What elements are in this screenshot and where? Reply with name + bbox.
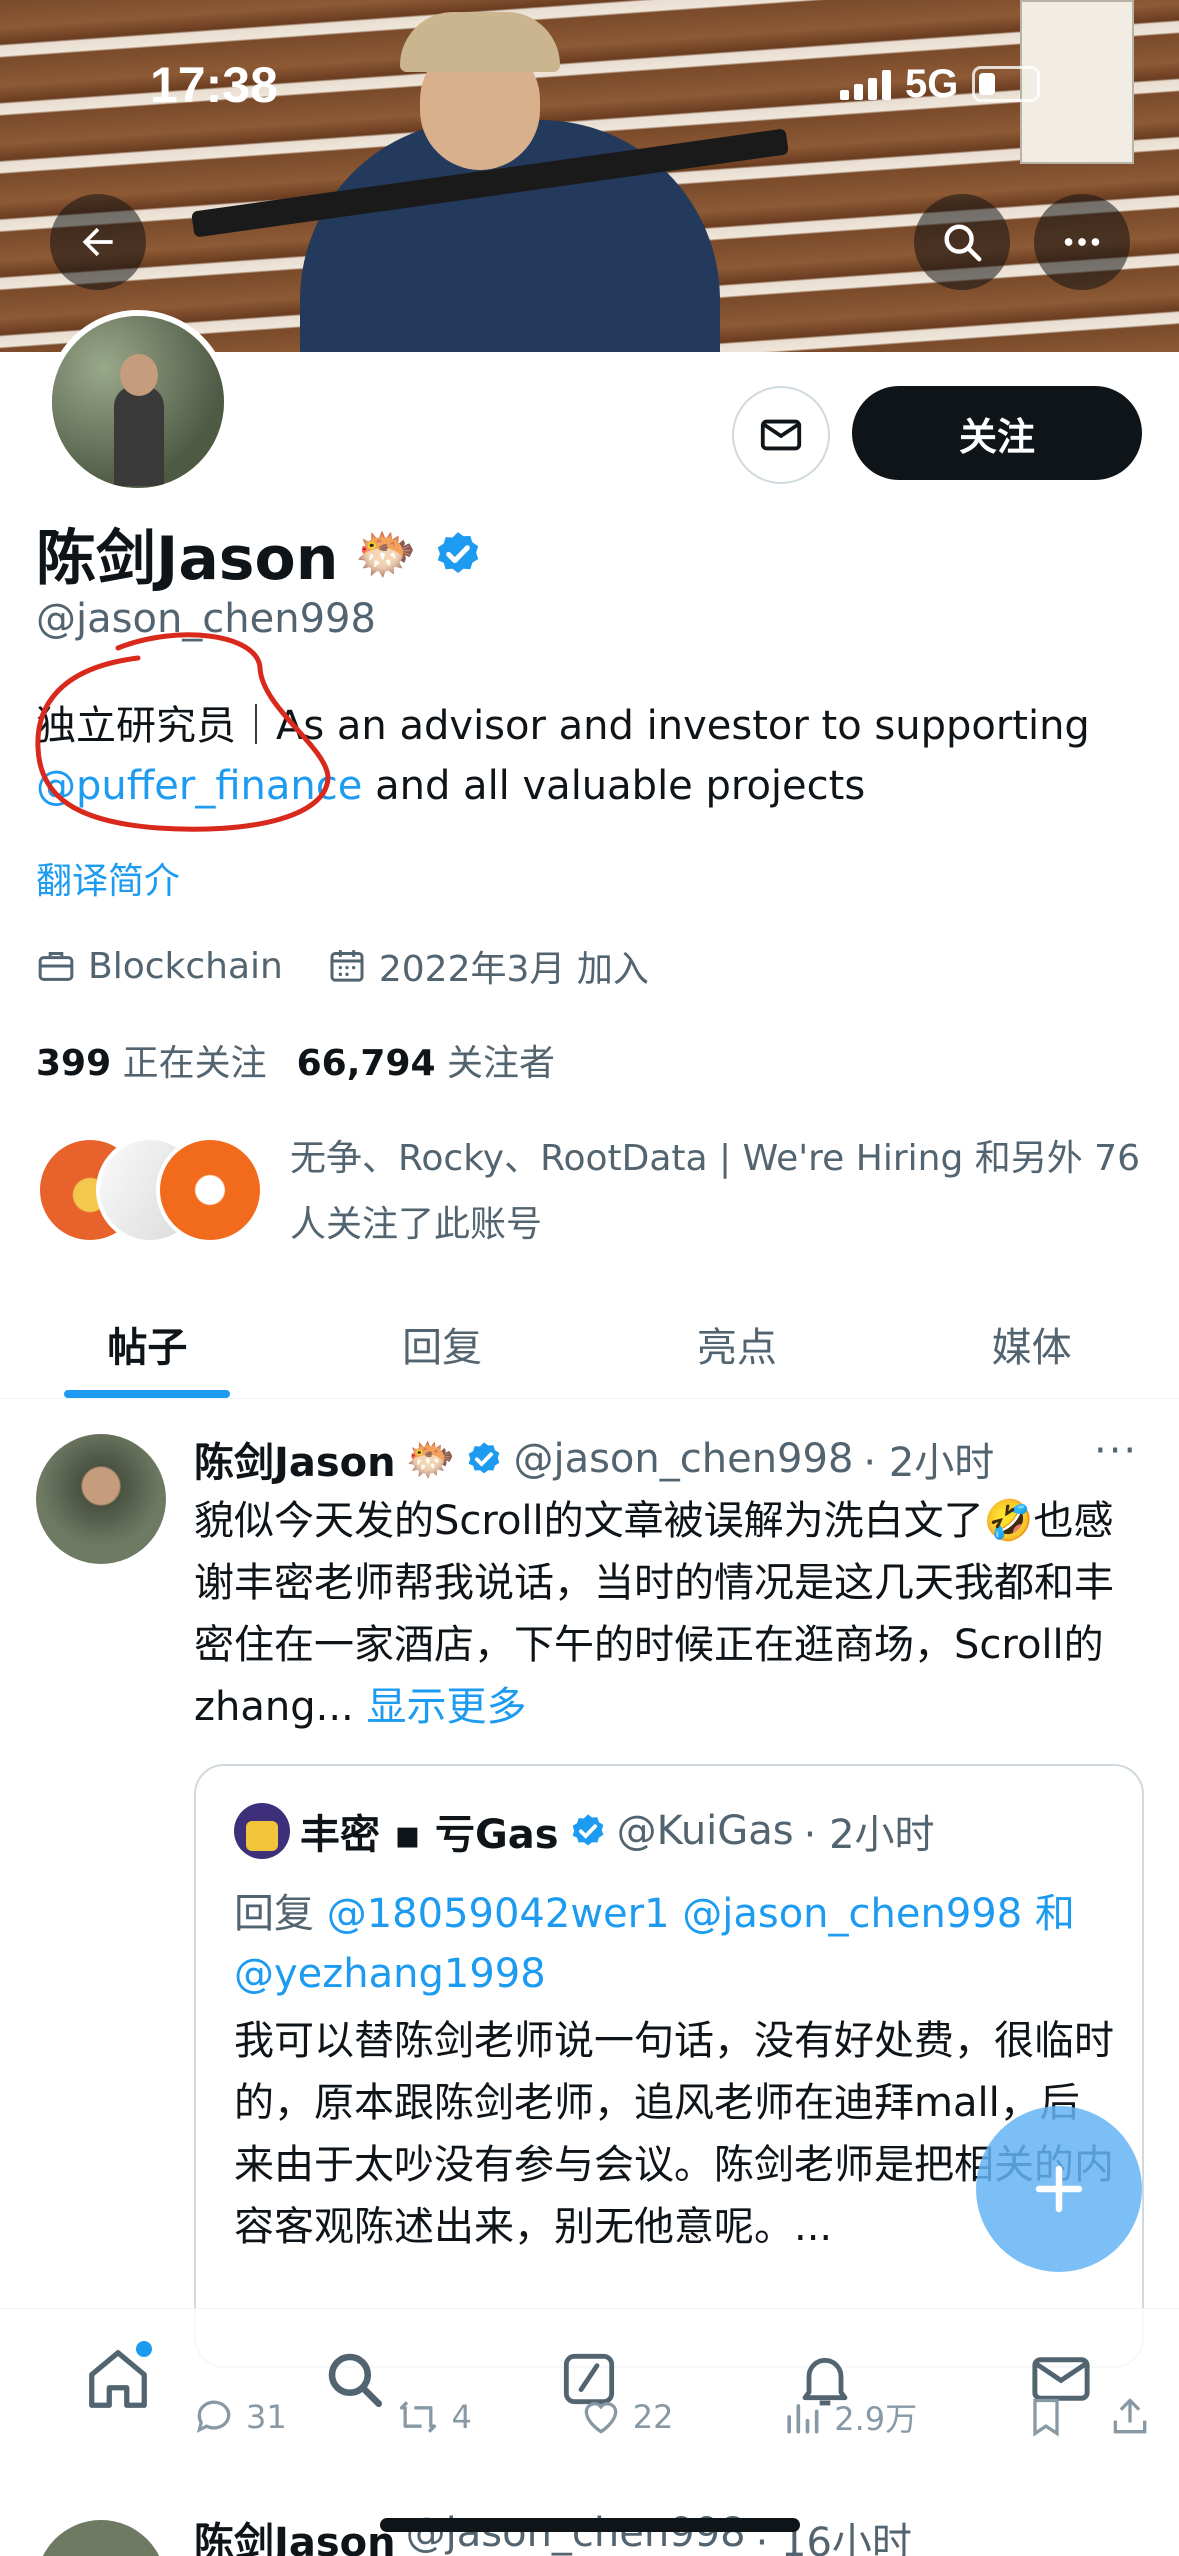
reply-action[interactable]: 31 [192, 2394, 287, 2440]
share-icon[interactable] [1108, 2395, 1152, 2439]
profile-avatar[interactable] [46, 310, 230, 494]
back-button[interactable] [50, 194, 146, 290]
like-action[interactable]: 22 [579, 2394, 674, 2440]
network-label: 5G [905, 61, 959, 106]
compose-fab[interactable] [976, 2106, 1142, 2272]
verified-icon [572, 1814, 603, 1846]
more-button[interactable] [1034, 194, 1130, 290]
next-tweet-handle: @jason_chen998 [405, 2510, 746, 2556]
profile-banner[interactable] [0, 0, 1179, 352]
status-indicators: 5G [840, 60, 1041, 108]
quote-author-handle: @KuiGas [616, 1808, 794, 1854]
bookmark-share-actions [1024, 2394, 1152, 2440]
quote-time: · 2小时 [803, 1812, 935, 1858]
tweet-avatar[interactable] [36, 1434, 166, 1564]
calendar-icon [330, 950, 364, 982]
tweet-author-emoji: 🐡 [405, 1436, 456, 1483]
known-followers[interactable]: 无争、Rocky、RootData | We're Hiring 和另外 76 … [36, 1126, 1156, 1256]
tweet-author-handle: @jason_chen998 [513, 1436, 854, 1482]
message-button[interactable] [732, 386, 830, 484]
search-button[interactable] [914, 194, 1010, 290]
next-tweet-avatar [36, 2520, 166, 2556]
home-notification-dot [135, 2341, 152, 2357]
followers-count: 66,794 [296, 1043, 436, 1084]
known-follower-avatar [156, 1136, 264, 1244]
reply-prefix: 回复 [234, 1891, 327, 1937]
tab-media[interactable]: 媒体 [884, 1290, 1179, 1398]
like-count: 22 [632, 2398, 674, 2436]
tweet-author-name[interactable]: 陈剑Jason [194, 1430, 396, 1488]
quoted-tweet[interactable]: 丰密 ▪ 亏Gas @KuiGas · 2小时 回复 @18059042wer1… [194, 1764, 1144, 2368]
profile-meta: Blockchain 2022年3月 加入 [36, 940, 649, 992]
joined-item: 2022年3月 加入 [327, 940, 649, 992]
tweet-actions: 31 4 22 2.9万 [192, 2394, 1152, 2440]
quote-header: 丰密 ▪ 亏Gas @KuiGas · 2小时 [234, 1802, 935, 1860]
views-count: 2.9万 [834, 2400, 918, 2438]
views-action[interactable]: 2.9万 [780, 2394, 917, 2440]
bio-text-suffix: and all valuable projects [362, 763, 866, 809]
status-time: 17:38 [150, 57, 278, 113]
quote-author-name: 丰密 ▪ 亏Gas [300, 1812, 559, 1858]
quote-reply-context: 回复 @18059042wer1 @jason_chen998 和 @yezha… [234, 1884, 1114, 2004]
reply-icon [196, 2400, 231, 2433]
followers-link[interactable]: 66,794 关注者 [297, 1034, 555, 1086]
signal-icon [840, 68, 891, 100]
next-tweet-header: 陈剑Jason @jason_chen998 · 16小时 [194, 2510, 912, 2556]
category-label: Blockchain [88, 945, 283, 987]
follow-button[interactable]: 关注 [852, 386, 1142, 480]
tweet-more-icon[interactable]: ··· [1094, 1428, 1138, 1474]
search-icon [944, 224, 982, 262]
back-icon [82, 227, 113, 257]
briefcase-icon [38, 952, 74, 981]
tab-highlights[interactable]: 亮点 [590, 1290, 885, 1398]
verified-icon[interactable] [433, 529, 483, 579]
retweet-icon [399, 2401, 436, 2433]
display-name: 陈剑Jason [36, 524, 339, 594]
joined-label: 2022年3月 加入 [378, 949, 649, 990]
category-item: Blockchain [36, 946, 283, 987]
tweet-body: 貌似今天发的Scroll的文章被误解为洗白文了🤣也感谢丰密老师帮我说话，当时的情… [194, 1498, 1114, 1730]
home-indicator[interactable] [380, 2518, 800, 2532]
mail-icon [760, 419, 802, 451]
bookmark-icon[interactable] [1024, 2395, 1068, 2439]
known-followers-text: 无争、Rocky、RootData | We're Hiring 和另外 76 … [290, 1138, 1140, 1245]
verified-icon [469, 1442, 500, 1474]
quote-avatar [234, 1803, 290, 1859]
next-tweet-time: · 16小时 [755, 2520, 912, 2556]
follow-counts: 399 正在关注 66,794 关注者 [36, 1034, 555, 1086]
name-emoji: 🐡 [354, 524, 417, 583]
next-tweet-author: 陈剑Jason [194, 2520, 396, 2556]
banner-cap [400, 12, 560, 72]
show-more-link[interactable]: 显示更多 [354, 1684, 526, 1730]
following-count: 399 [36, 1043, 112, 1084]
tweet-text: 貌似今天发的Scroll的文章被误解为洗白文了🤣也感谢丰密老师帮我说话，当时的情… [194, 1490, 1144, 1738]
name-row: 陈剑Jason 🐡 [36, 510, 483, 597]
plus-icon [1035, 2165, 1083, 2213]
nav-home[interactable] [78, 2339, 158, 2419]
tab-replies[interactable]: 回复 [295, 1290, 590, 1398]
profile-tabs: 帖子 回复 亮点 媒体 [0, 1290, 1179, 1399]
tweet-time: · 2小时 [863, 1440, 995, 1486]
red-circle-annotation [35, 632, 331, 832]
tab-posts[interactable]: 帖子 [0, 1290, 295, 1398]
translate-bio-link[interactable]: 翻译简介 [36, 852, 180, 904]
tweet-header: 陈剑Jason 🐡 @jason_chen998 · 2小时 [194, 1430, 994, 1488]
more-icon [1064, 238, 1100, 246]
reply-mentions[interactable]: @18059042wer1 @jason_chen998 和 @yezhang1… [234, 1891, 1075, 1997]
battery-icon [972, 66, 1041, 102]
reply-count: 31 [246, 2398, 287, 2436]
followers-label: 关注者 [447, 1043, 556, 1084]
following-label: 正在关注 [122, 1043, 267, 1084]
retweet-action[interactable]: 4 [394, 2394, 472, 2440]
views-icon [787, 2404, 819, 2434]
following-link[interactable]: 399 正在关注 [36, 1034, 267, 1086]
retweet-count: 4 [451, 2398, 472, 2436]
like-icon [584, 2402, 618, 2434]
